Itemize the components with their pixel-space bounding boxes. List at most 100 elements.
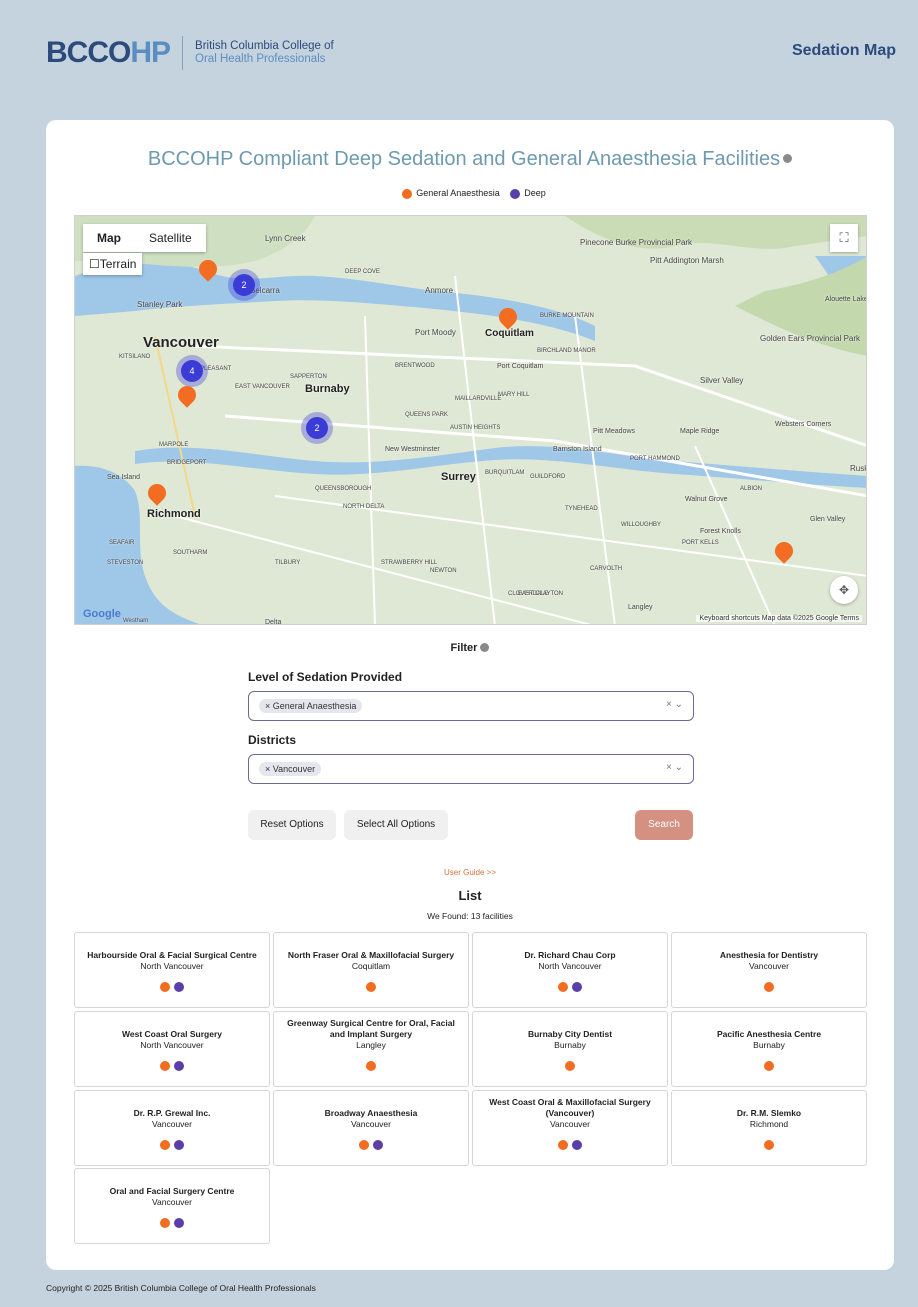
ga-dot-icon [764,981,774,992]
map-place-label: Pinecone Burke Provincial Park [580,238,693,247]
main-card: BCCOHP Compliant Deep Sedation and Gener… [46,120,894,1270]
facility-city: Burnaby [753,1040,785,1050]
map-place-label: NEWTON [430,568,457,574]
facility-city: Vancouver [151,1197,192,1207]
deep-dot-icon [174,1060,184,1071]
info-icon[interactable] [783,154,793,164]
facility-card[interactable]: Oral and Facial Surgery Centre Vancouver [74,1168,270,1244]
map-place-label: Maple Ridge [680,428,720,435]
facility-name: Broadway Anaesthesia [324,1108,418,1118]
map-type-map[interactable]: Map [83,224,135,252]
map-place-label: MARY HILL [498,392,530,398]
map-place-label: Surrey [441,471,476,483]
fullscreen-icon[interactable]: ⛶ [830,224,858,252]
map-place-label: Pitt Meadows [593,428,636,435]
ga-dot-icon [160,981,170,992]
facility-name: Dr. R.P. Grewal Inc. [133,1108,211,1118]
districts-label: Districts [248,733,297,747]
facility-card[interactable]: Dr. R.M. Slemko Richmond [671,1090,867,1166]
site-title: Sedation Map [791,42,896,59]
districts-select[interactable]: × Vancouver × ⌄ [248,754,694,784]
facility-name: West Coast Oral & Maxillofacial Surgery … [489,1097,651,1118]
facility-city: Coquitlam [351,961,391,971]
filter-info-icon[interactable] [480,642,490,652]
map-place-label: Forest Knolls [700,528,741,535]
list-heading: List [458,888,482,903]
ga-dot-icon [558,981,568,992]
map-place-label: NORTH DELTA [343,504,385,510]
facility-card[interactable]: Harbourside Oral & Facial Surgical Centr… [74,932,270,1008]
facility-card[interactable]: Anesthesia for Dentistry Vancouver [671,932,867,1008]
ga-dot-icon [160,1217,170,1228]
facility-sedation-dots [473,1136,667,1154]
map-place-label: Westham [123,618,149,624]
site-header: BCCO HP British Columbia College of Oral … [0,0,918,110]
sedation-select[interactable]: × General Anaesthesia × ⌄ [248,691,694,721]
map-place-label: Langley [628,604,653,611]
districts-chip-text: Vancouver [272,764,316,774]
user-guide-link[interactable]: User Guide >> [46,868,894,877]
map-cluster-marker[interactable]: 2 [233,274,255,296]
map-cluster-marker[interactable]: 4 [181,360,203,382]
sedation-clear-dropdown-icon[interactable]: × ⌄ [666,699,683,710]
deep-dot-icon [373,1139,383,1150]
districts-clear-dropdown-icon[interactable]: × ⌄ [666,762,683,773]
map-place-label: Port Coquitlam [497,363,544,370]
map-place-label: Lynn Creek [265,234,306,243]
logo-text-b: HP [130,36,171,69]
districts-chip[interactable]: × Vancouver [259,762,322,776]
facility-city: North Vancouver [140,961,204,971]
map-place-label: AUSTIN HEIGHTS [450,425,501,431]
facility-name: Dr. R.M. Slemko [736,1108,802,1118]
facility-card[interactable]: West Coast Oral Surgery North Vancouver [74,1011,270,1087]
facility-name: West Coast Oral Surgery [122,1029,222,1039]
map-place-label: BURQUITLAM [485,470,525,476]
page-title: BCCOHP Compliant Deep Sedation and Gener… [46,148,894,171]
facility-card[interactable]: Pacific Anesthesia Centre Burnaby [671,1011,867,1087]
facility-card[interactable]: West Coast Oral & Maxillofacial Surgery … [472,1090,668,1166]
camera-control-icon[interactable]: ✥ [830,576,858,604]
facility-card[interactable]: Broadway Anaesthesia Vancouver [273,1090,469,1166]
search-button[interactable]: Search [635,810,693,840]
map-place-label: SEAFAIR [109,540,135,546]
terrain-checkbox[interactable]: ☐Terrain [83,253,143,275]
map-attribution[interactable]: Keyboard shortcuts Map data ©2025 Google… [696,615,862,622]
ga-dot-icon [366,1060,376,1071]
facility-sedation-dots [473,1057,667,1075]
facility-city: Vancouver [151,1119,192,1129]
map-place-label: Vancouver [143,334,219,351]
reset-options-button[interactable]: Reset Options [248,810,336,840]
map-place-label: Golden Ears Provincial Park [760,334,861,343]
facility-sedation-dots [473,978,667,996]
bccohp-logo[interactable]: BCCO HP British Columbia College of Oral … [46,36,334,70]
map-canvas [75,216,866,624]
deep-dot-icon [572,981,582,992]
facility-sedation-dots [672,1136,866,1154]
sedation-chip-text: General Anaesthesia [272,701,357,711]
map-place-label: GUILDFORD [530,474,566,480]
logo-divider [182,36,184,70]
terrain-label: Terrain [99,257,137,271]
facility-card[interactable]: Greenway Surgical Centre for Oral, Facia… [273,1011,469,1087]
facility-city: North Vancouver [140,1040,204,1050]
filter-heading-text: Filter [450,642,478,654]
sedation-label: Level of Sedation Provided [248,670,403,684]
map-place-label: Barnston Island [553,446,602,453]
facility-sedation-dots [75,978,269,996]
map-place-label: BRIDGEPORT [167,460,207,466]
sedation-chip[interactable]: × General Anaesthesia [259,699,363,713]
ga-dot-icon [764,1139,774,1150]
map-type-satellite[interactable]: Satellite [135,224,206,252]
map-place-label: EAST VANCOUVER [235,384,290,390]
facility-card[interactable]: Dr. R.P. Grewal Inc. Vancouver [74,1090,270,1166]
facility-city: Vancouver [748,961,789,971]
facility-card[interactable]: Dr. Richard Chau Corp North Vancouver [472,932,668,1008]
facility-name: Burnaby City Dentist [527,1029,613,1039]
facility-map[interactable]: Map Satellite ☐Terrain ⛶ ✥ Google Keyboa… [74,215,867,625]
map-place-label: SAPPERTON [290,374,327,380]
facility-name: Dr. Richard Chau Corp [524,950,616,960]
map-cluster-marker[interactable]: 2 [306,417,328,439]
select-all-options-button[interactable]: Select All Options [344,810,448,840]
facility-card[interactable]: Burnaby City Dentist Burnaby [472,1011,668,1087]
facility-card[interactable]: North Fraser Oral & Maxillofacial Surger… [273,932,469,1008]
